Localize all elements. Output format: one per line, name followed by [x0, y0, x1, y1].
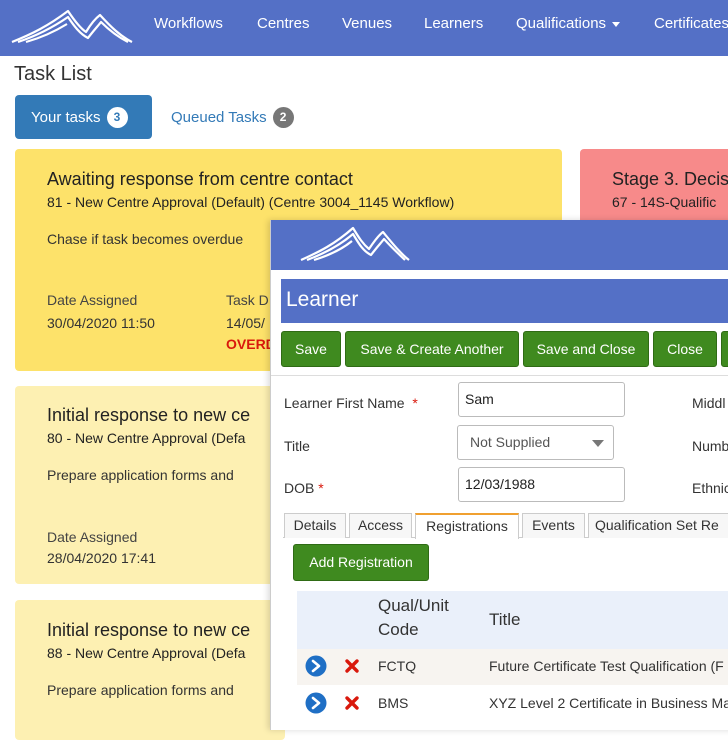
- task-title: Awaiting response from centre contact: [47, 169, 353, 189]
- tab-qualification-set[interactable]: Qualification Set Re: [588, 513, 728, 538]
- task-subtitle: 80 - New Centre Approval (Defa: [47, 430, 246, 446]
- tab-queued-tasks-label: Queued Tasks: [171, 109, 267, 126]
- learner-heading: Learner: [281, 279, 728, 323]
- add-registration-button[interactable]: Add Registration: [293, 544, 429, 581]
- nav-centres[interactable]: Centres: [257, 15, 310, 32]
- task-description: Prepare application forms and: [47, 682, 234, 698]
- close-button[interactable]: Close: [653, 331, 717, 367]
- task-due-label: Task D: [226, 292, 269, 308]
- tab-registrations[interactable]: Registrations: [415, 513, 519, 539]
- nav-qualifications-label: Qualifications: [516, 15, 607, 32]
- learner-modal: Learner Save Save & Create Another Save …: [270, 220, 728, 730]
- required-marker: *: [318, 480, 324, 496]
- row-title: XYZ Level 2 Certificate in Business Ma: [489, 695, 728, 711]
- mountain-logo-icon: [300, 226, 410, 262]
- page-title: Task List: [14, 63, 92, 85]
- dropdown-caret-icon: [592, 440, 604, 447]
- arrow-right-circle-icon[interactable]: [305, 692, 327, 714]
- nav-learners[interactable]: Learners: [424, 15, 483, 32]
- modal-header-bar: [271, 220, 728, 270]
- table-row[interactable]: FCTQ Future Certificate Test Qualificati…: [297, 649, 728, 685]
- tab-events[interactable]: Events: [522, 513, 585, 538]
- column-header-title[interactable]: Title: [489, 608, 521, 632]
- task-description: Chase if task becomes overdue: [47, 231, 244, 247]
- save-create-another-button[interactable]: Save & Create Another: [345, 331, 519, 367]
- date-assigned-label: Date Assigned: [47, 292, 138, 308]
- task-due-value: 14/05/: [226, 315, 265, 331]
- tab-queued-tasks[interactable]: Queued Tasks 2: [171, 107, 294, 128]
- date-assigned-label: Date Assigned: [47, 529, 138, 545]
- delete-x-icon[interactable]: [344, 658, 360, 674]
- dob-label: DOB *: [284, 480, 324, 496]
- row-code: BMS: [378, 695, 409, 711]
- tab-your-tasks-label: Your tasks: [31, 109, 101, 126]
- overdue-status: OVERD: [226, 336, 276, 352]
- task-card[interactable]: Initial response to new ce 88 - New Cent…: [15, 600, 285, 740]
- middle-name-label: Middl: [692, 395, 726, 411]
- first-name-label: Learner First Name *: [284, 395, 418, 411]
- column-header-code[interactable]: Qual/Unit Code: [378, 594, 468, 642]
- nav-qualifications[interactable]: Qualifications: [516, 15, 621, 32]
- top-navbar: Workflows Centres Venues Learners Qualif…: [0, 0, 728, 56]
- queued-tasks-count-badge: 2: [272, 107, 294, 128]
- first-name-input[interactable]: Sam: [458, 382, 625, 417]
- nav-certificates[interactable]: Certificates: [654, 15, 728, 32]
- task-description: Prepare application forms and: [47, 467, 234, 483]
- registrations-table-header: Qual/Unit Code Title: [297, 591, 728, 649]
- chevron-down-icon: [612, 21, 621, 27]
- divider: [271, 375, 728, 376]
- your-tasks-count-badge: 3: [106, 107, 128, 128]
- tab-details[interactable]: Details: [284, 513, 346, 538]
- dob-label-text: DOB: [284, 480, 315, 496]
- arrow-right-circle-icon[interactable]: [305, 655, 327, 677]
- mountain-logo-icon[interactable]: [10, 6, 134, 46]
- save-and-close-button[interactable]: Save and Close: [523, 331, 649, 367]
- title-select[interactable]: Not Supplied: [457, 425, 614, 460]
- tab-access[interactable]: Access: [349, 513, 412, 538]
- title-select-value: Not Supplied: [470, 434, 551, 450]
- task-subtitle: 81 - New Centre Approval (Default) (Cent…: [47, 194, 455, 210]
- row-title: Future Certificate Test Qualification (F: [489, 658, 724, 674]
- more-button[interactable]: [721, 331, 728, 367]
- tab-your-tasks[interactable]: Your tasks 3: [15, 95, 152, 139]
- number-label: Numb: [692, 438, 728, 454]
- nav-venues[interactable]: Venues: [342, 15, 392, 32]
- ethnicity-label: Ethnic: [692, 480, 728, 496]
- required-marker: *: [412, 395, 418, 411]
- row-code: FCTQ: [378, 658, 417, 674]
- task-card[interactable]: Initial response to new ce 80 - New Cent…: [15, 386, 285, 584]
- table-row[interactable]: BMS XYZ Level 2 Certificate in Business …: [297, 686, 728, 722]
- task-title: Initial response to new ce: [47, 620, 251, 640]
- date-assigned-value: 28/04/2020 17:41: [47, 550, 156, 566]
- task-subtitle: 67 - 14S-Qualific: [612, 194, 717, 210]
- first-name-label-text: Learner First Name: [284, 395, 405, 411]
- task-subtitle: 88 - New Centre Approval (Defa: [47, 645, 246, 661]
- dob-input[interactable]: 12/03/1988: [458, 467, 625, 502]
- nav-workflows[interactable]: Workflows: [154, 15, 223, 32]
- date-assigned-value: 30/04/2020 11:50: [47, 315, 155, 331]
- save-button[interactable]: Save: [281, 331, 341, 367]
- delete-x-icon[interactable]: [344, 695, 360, 711]
- task-title: Stage 3. Decis: [612, 169, 728, 189]
- task-title: Initial response to new ce: [47, 405, 251, 425]
- title-label: Title: [284, 438, 310, 454]
